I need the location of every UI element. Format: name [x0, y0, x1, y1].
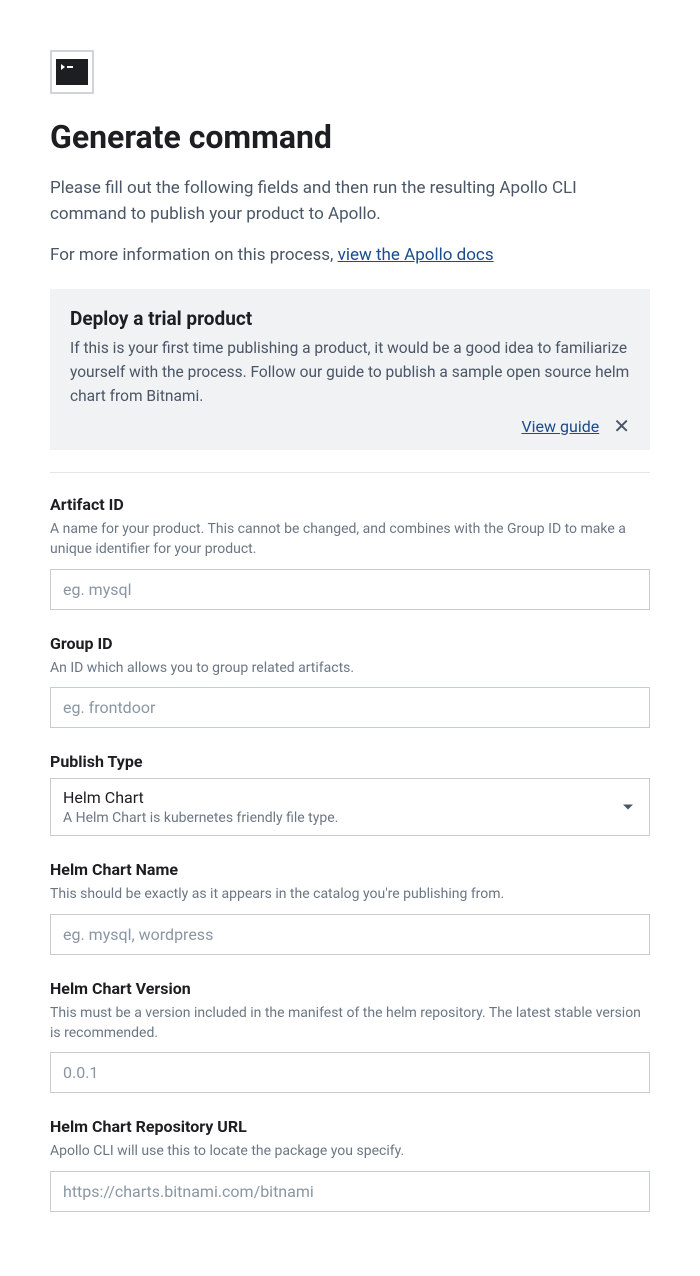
- artifact-id-input[interactable]: [50, 569, 650, 610]
- chevron-down-icon: [623, 805, 633, 810]
- publish-type-select[interactable]: Helm Chart A Helm Chart is kubernetes fr…: [50, 778, 650, 836]
- artifact-id-help: A name for your product. This cannot be …: [50, 519, 650, 560]
- field-helm-chart-version: Helm Chart Version This must be a versio…: [50, 979, 650, 1094]
- more-info-text: For more information on this process, vi…: [50, 245, 650, 265]
- terminal-icon: [50, 50, 94, 94]
- helm-chart-version-label: Helm Chart Version: [50, 979, 650, 998]
- field-helm-chart-name: Helm Chart Name This should be exactly a…: [50, 860, 650, 954]
- helm-chart-repo-url-input[interactable]: [50, 1171, 650, 1212]
- artifact-id-label: Artifact ID: [50, 495, 650, 514]
- field-helm-chart-repo-url: Helm Chart Repository URL Apollo CLI wil…: [50, 1117, 650, 1211]
- banner-title: Deploy a trial product: [70, 307, 630, 330]
- helm-chart-name-label: Helm Chart Name: [50, 860, 650, 879]
- helm-chart-repo-url-help: Apollo CLI will use this to locate the p…: [50, 1141, 650, 1161]
- field-publish-type: Publish Type Helm Chart A Helm Chart is …: [50, 752, 650, 836]
- view-guide-link[interactable]: View guide: [521, 417, 599, 436]
- separator: [50, 472, 650, 473]
- publish-type-label: Publish Type: [50, 752, 650, 771]
- group-id-input[interactable]: [50, 687, 650, 728]
- field-group-id: Group ID An ID which allows you to group…: [50, 634, 650, 728]
- page-title: Generate command: [50, 118, 650, 156]
- banner-body: If this is your first time publishing a …: [70, 336, 630, 408]
- helm-chart-repo-url-label: Helm Chart Repository URL: [50, 1117, 650, 1136]
- helm-chart-version-input[interactable]: [50, 1052, 650, 1093]
- intro-text: Please fill out the following fields and…: [50, 176, 650, 227]
- more-info-prefix: For more information on this process,: [50, 245, 338, 265]
- helm-chart-name-input[interactable]: [50, 914, 650, 955]
- group-id-label: Group ID: [50, 634, 650, 653]
- close-icon[interactable]: ✕: [613, 416, 630, 436]
- publish-type-value: Helm Chart: [63, 787, 637, 809]
- helm-chart-name-help: This should be exactly as it appears in …: [50, 884, 650, 904]
- docs-link[interactable]: view the Apollo docs: [338, 245, 494, 265]
- trial-banner: Deploy a trial product If this is your f…: [50, 289, 650, 450]
- banner-footer: View guide ✕: [70, 416, 630, 436]
- helm-chart-version-help: This must be a version included in the m…: [50, 1003, 650, 1044]
- field-artifact-id: Artifact ID A name for your product. Thi…: [50, 495, 650, 610]
- terminal-icon-inner: [56, 59, 88, 85]
- group-id-help: An ID which allows you to group related …: [50, 658, 650, 678]
- publish-type-desc: A Helm Chart is kubernetes friendly file…: [63, 809, 637, 828]
